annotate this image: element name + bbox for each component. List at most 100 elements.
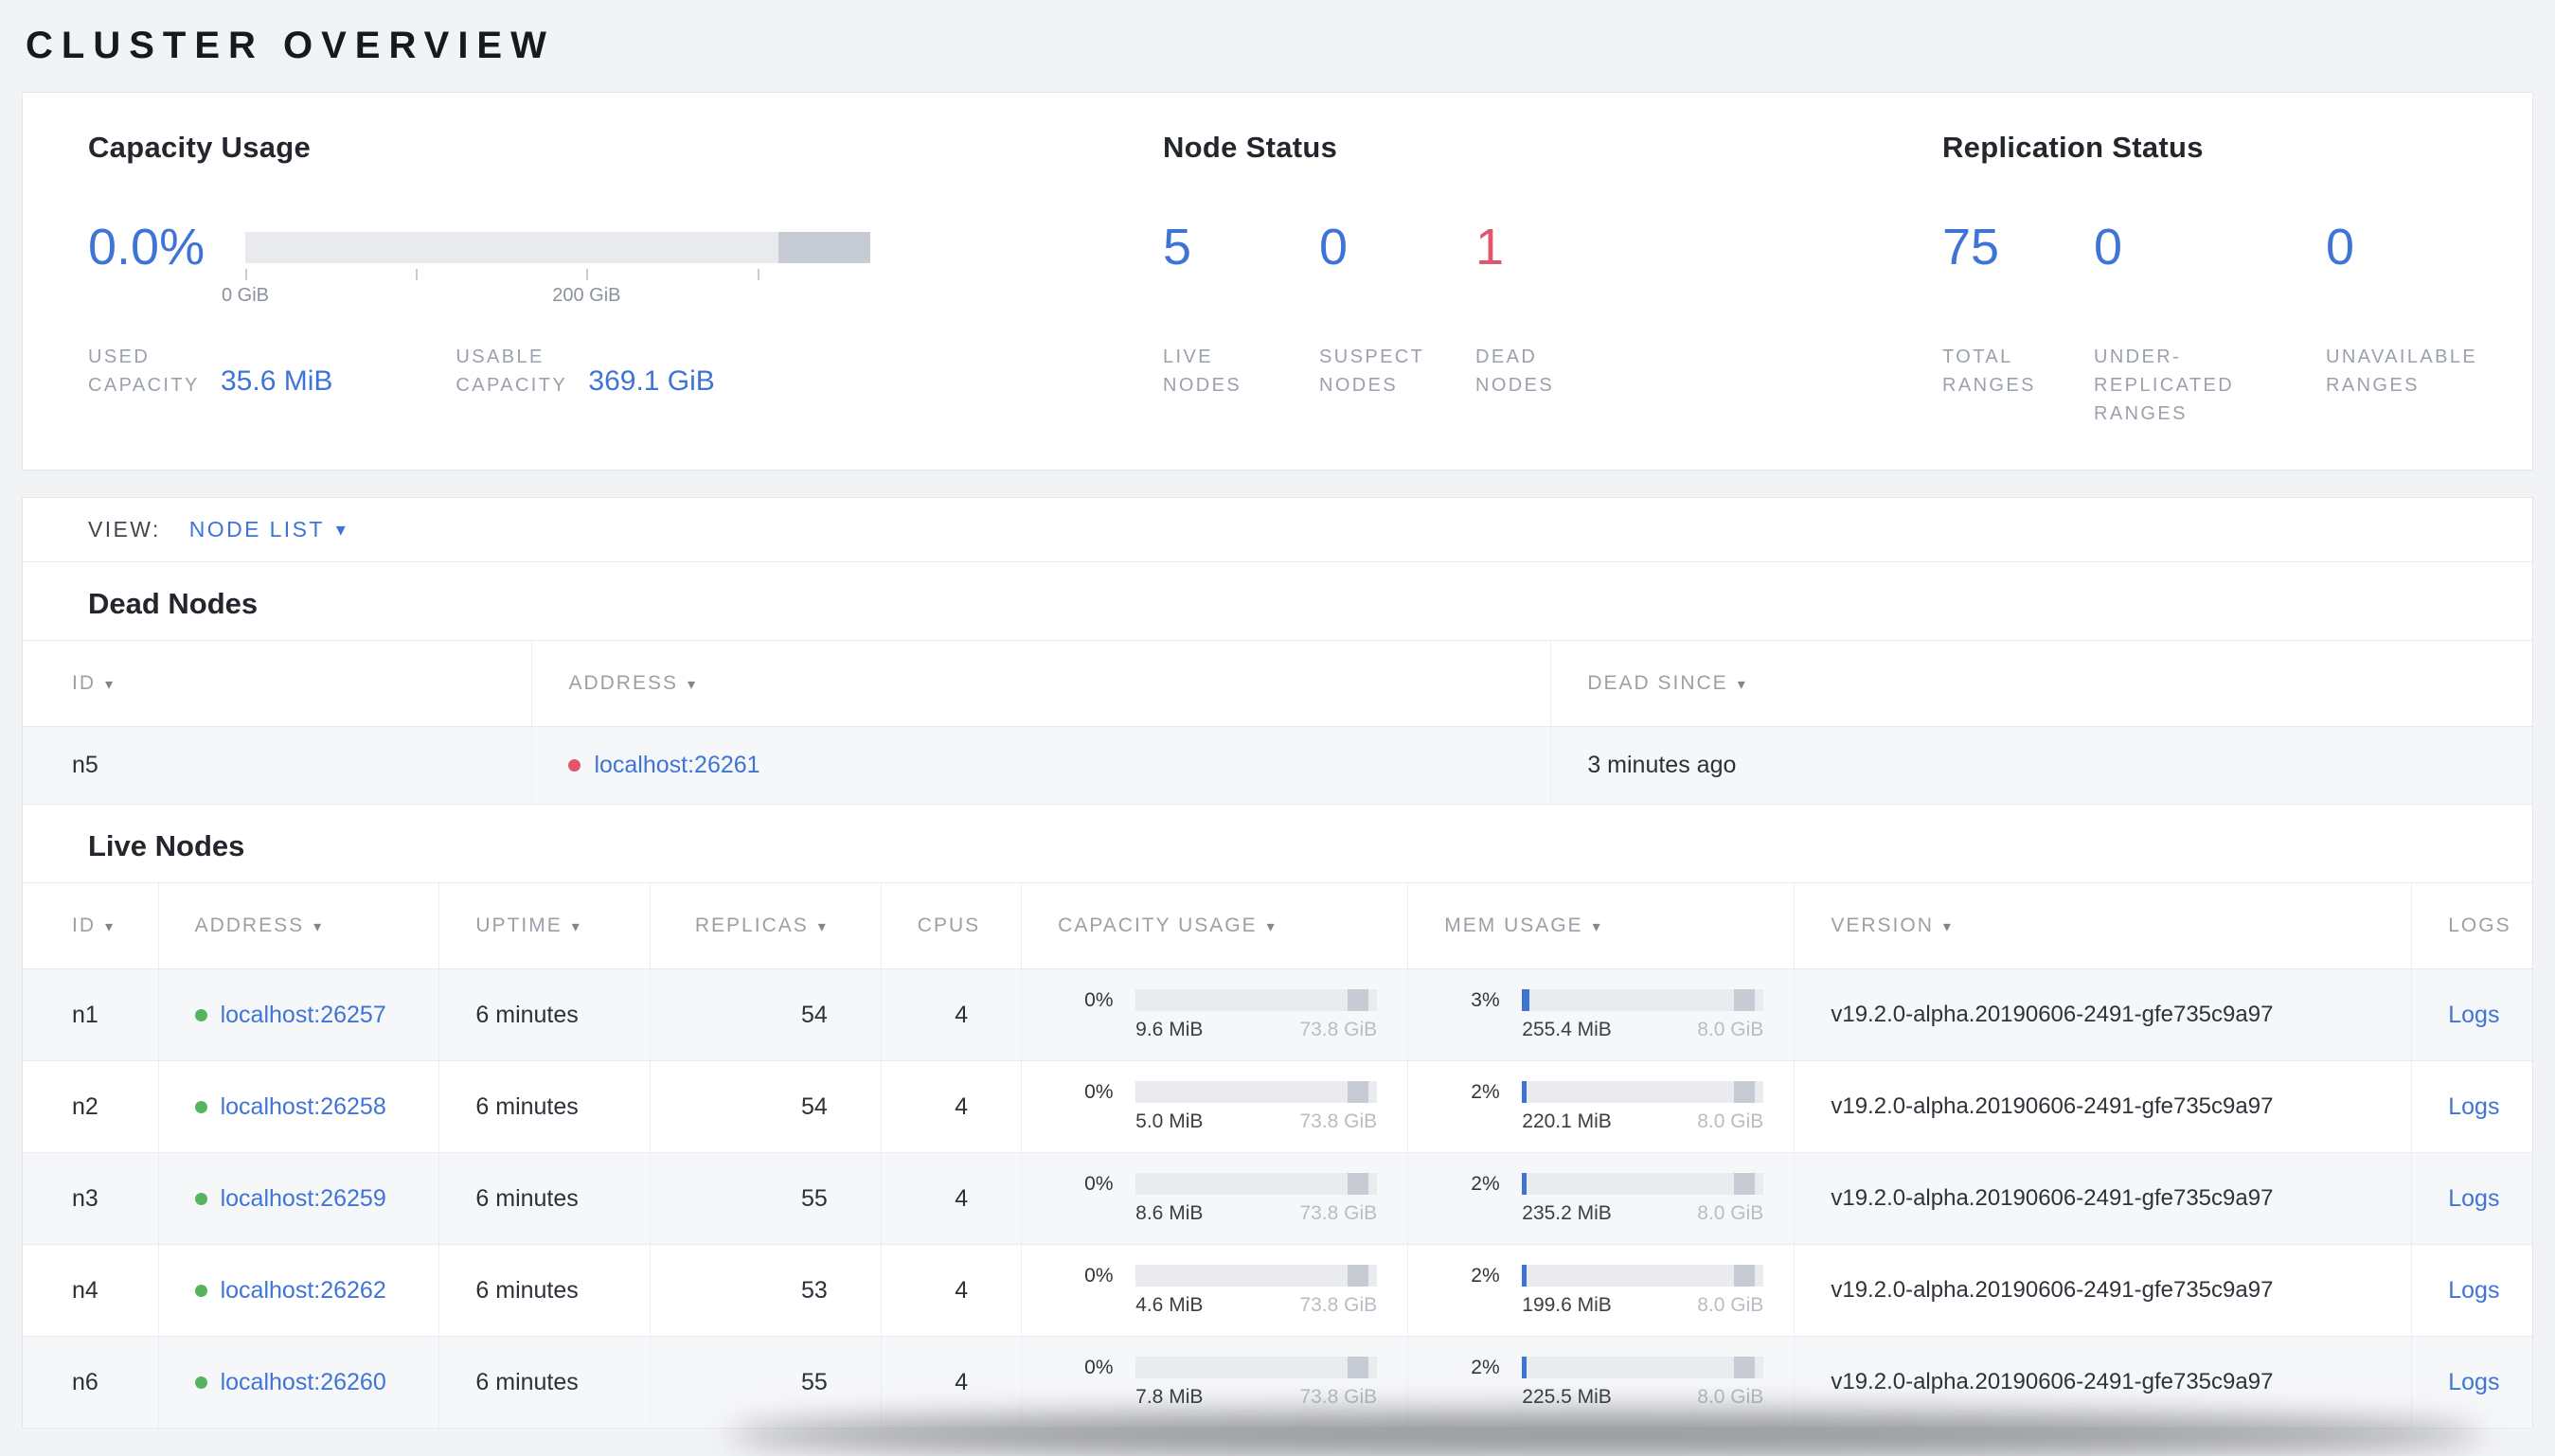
capacity-axis-tick: [245, 268, 247, 280]
node-live-status-icon: [194, 1100, 207, 1113]
mem-mini-bar-reserved: [1734, 1173, 1756, 1195]
mem-mini-bar-fill: [1522, 1265, 1528, 1287]
replicas-cell: 54: [649, 968, 882, 1061]
mem-mini-bar-fill: [1522, 989, 1529, 1011]
column-header[interactable]: LOGS: [2411, 882, 2532, 969]
capacity-used-value: 4.6 MiB: [1135, 1293, 1204, 1316]
column-header[interactable]: VERSION ▾: [1794, 882, 2412, 969]
live-nodes-table: ID ▾ ADDRESS ▾ UPTIME ▾ REPLICAS ▾ CPUS CAPA…: [23, 882, 2532, 1429]
capacity-used-value: 8.6 MiB: [1135, 1201, 1204, 1224]
capacity-percent-text: 0%: [1084, 1356, 1114, 1378]
capacity-usage-cell: 0% 8.6 MiB 73.8 GiB: [1021, 1152, 1408, 1245]
capacity-mini-bar-reserved: [1348, 1081, 1369, 1103]
mem-mini-bar: [1522, 1173, 1764, 1195]
dead-node-row: n5 localhost:26261 3 minutes ago: [23, 726, 2532, 805]
replication-status-title: Replication Status: [1942, 131, 2204, 164]
chevron-down-icon: ▾: [335, 519, 348, 541]
node-address-link[interactable]: localhost:26258: [221, 1093, 386, 1121]
live-node-row: n2 localhost:26258 6 minutes 54 4 0% 5.0…: [23, 1060, 2532, 1153]
capacity-mini-bar-reserved: [1348, 1357, 1369, 1378]
logs-link[interactable]: Logs: [2448, 1277, 2499, 1304]
column-header-label: ADDRESS: [568, 672, 678, 694]
column-header-label: DEAD SINCE: [1587, 672, 1728, 694]
capacity-axis-tick: [416, 268, 419, 280]
under-replicated-ranges-count: 0: [2094, 219, 2123, 275]
logs-cell: Logs: [2411, 968, 2532, 1061]
column-header[interactable]: MEM USAGE ▾: [1407, 882, 1795, 969]
sort-icon: ▾: [105, 677, 116, 693]
live-nodes-header-row: ID ▾ ADDRESS ▾ UPTIME ▾ REPLICAS ▾ CPUS CAPA…: [23, 882, 2532, 969]
mem-usage-cell: 3% 255.4 MiB 8.0 GiB: [1407, 968, 1795, 1061]
replicas-cell: 55: [649, 1152, 882, 1245]
node-address-link[interactable]: localhost:26259: [221, 1185, 386, 1213]
node-id-cell: n6: [23, 1336, 159, 1429]
column-header[interactable]: UPTIME ▾: [438, 882, 651, 969]
mem-total-value: 8.0 GiB: [1697, 1385, 1764, 1408]
logs-link[interactable]: Logs: [2448, 1002, 2499, 1028]
uptime-cell: 6 minutes: [438, 1152, 651, 1245]
node-live-status-icon: [194, 1284, 207, 1297]
node-live-status-icon: [194, 1376, 207, 1389]
capacity-usage-meter: 0% 4.6 MiB 73.8 GiB: [1084, 1264, 1378, 1317]
node-address-link[interactable]: localhost:26262: [221, 1277, 386, 1305]
mem-mini-bar: [1522, 1265, 1764, 1287]
used-capacity-stat: USED CAPACITY 35.6 MiB: [88, 276, 332, 400]
capacity-axis-label-200: 200 GiB: [552, 284, 621, 306]
node-address-link[interactable]: localhost:26257: [221, 1002, 386, 1029]
logs-link[interactable]: Logs: [2448, 1093, 2499, 1120]
mem-mini-bar: [1522, 989, 1764, 1011]
column-header[interactable]: ADDRESS ▾: [531, 640, 1551, 727]
node-address-link[interactable]: localhost:26260: [221, 1369, 386, 1396]
sort-icon: ▾: [687, 677, 697, 693]
column-header[interactable]: ID ▾: [23, 882, 159, 969]
capacity-total-value: 73.8 GiB: [1299, 1110, 1378, 1132]
under-replicated-ranges-label: UNDER-REPLICATED RANGES: [2094, 346, 2235, 424]
node-address-cell: localhost:26261: [531, 726, 1551, 805]
version-cell: v19.2.0-alpha.20190606-2491-gfe735c9a97: [1794, 1336, 2412, 1429]
view-dropdown[interactable]: NODE LIST ▾: [189, 517, 348, 542]
live-node-row: n4 localhost:26262 6 minutes 53 4 0% 4.6…: [23, 1244, 2532, 1337]
mem-used-value: 199.6 MiB: [1522, 1293, 1612, 1316]
node-address-cell: localhost:26262: [157, 1244, 439, 1337]
cpus-cell: 4: [880, 1336, 1022, 1429]
node-address-link[interactable]: localhost:26261: [594, 752, 759, 779]
view-selector-bar: VIEW: NODE LIST ▾: [23, 498, 2532, 562]
replication-status-section: Replication Status 75 TOTAL RANGES 0 UND…: [1942, 131, 2532, 428]
suspect-nodes-label: SUSPECT NODES: [1319, 346, 1424, 396]
total-ranges-label: TOTAL RANGES: [1942, 346, 2036, 396]
usable-capacity-label: USABLE CAPACITY: [456, 346, 568, 396]
column-header-label: ID: [72, 672, 96, 694]
column-header[interactable]: ID ▾: [23, 640, 532, 727]
capacity-used-value: 7.8 MiB: [1135, 1385, 1204, 1408]
capacity-usage-cell: 0% 4.6 MiB 73.8 GiB: [1021, 1244, 1408, 1337]
sort-icon: ▾: [313, 919, 324, 935]
mem-usage-meter: 2% 225.5 MiB 8.0 GiB: [1471, 1357, 1764, 1409]
capacity-percent-text: 0%: [1084, 1264, 1114, 1287]
under-replicated-ranges-stat: 0 UNDER-REPLICATED RANGES: [2094, 218, 2326, 428]
capacity-axis-tick: [586, 268, 589, 280]
mem-usage-cell: 2% 220.1 MiB 8.0 GiB: [1407, 1060, 1795, 1153]
page-title: CLUSTER OVERVIEW: [26, 25, 555, 66]
logs-link[interactable]: Logs: [2448, 1185, 2499, 1212]
logs-cell: Logs: [2411, 1244, 2532, 1337]
cpus-cell: 4: [880, 968, 1022, 1061]
logs-link[interactable]: Logs: [2448, 1369, 2499, 1395]
node-live-status-icon: [194, 1008, 207, 1021]
dead-nodes-count: 1: [1475, 219, 1505, 275]
uptime-cell: 6 minutes: [438, 1060, 651, 1153]
column-header[interactable]: DEAD SINCE ▾: [1550, 640, 2532, 727]
column-header[interactable]: REPLICAS ▾: [649, 882, 882, 969]
column-header[interactable]: CAPACITY USAGE ▾: [1021, 882, 1408, 969]
capacity-usage-title: Capacity Usage: [88, 131, 312, 164]
mem-total-value: 8.0 GiB: [1697, 1018, 1764, 1040]
sort-icon: ▾: [105, 919, 116, 935]
column-header[interactable]: ADDRESS ▾: [157, 882, 439, 969]
mem-usage-cell: 2% 235.2 MiB 8.0 GiB: [1407, 1152, 1795, 1245]
dead-nodes-table: ID ▾ ADDRESS ▾ DEAD SINCE ▾ n5 localhost:26…: [23, 640, 2532, 805]
capacity-mini-bar: [1135, 1265, 1378, 1287]
node-list-card: VIEW: NODE LIST ▾ Dead Nodes ID ▾ ADDRESS…: [22, 497, 2533, 1429]
column-header[interactable]: CPUS: [880, 882, 1022, 969]
mem-mini-bar-reserved: [1734, 1265, 1756, 1287]
capacity-axis-tick: [757, 268, 759, 280]
capacity-usage-cell: 0% 9.6 MiB 73.8 GiB: [1021, 968, 1408, 1061]
